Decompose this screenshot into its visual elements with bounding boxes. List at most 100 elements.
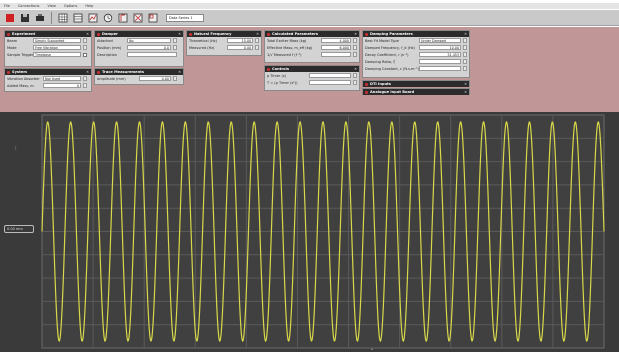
print-button[interactable]: [34, 12, 46, 24]
close-icon[interactable]: ✕: [464, 82, 467, 86]
chart-icon: [88, 13, 98, 22]
panel-collapse-icon[interactable]: [97, 70, 100, 74]
close-icon[interactable]: ✕: [464, 90, 467, 94]
amplitude-value: 0.00: [139, 75, 171, 82]
save-button[interactable]: [19, 12, 31, 24]
close-icon[interactable]: ✕: [354, 67, 357, 71]
decay-coefficient-value: 51.453: [419, 51, 461, 58]
close-icon[interactable]: ✕: [464, 32, 467, 36]
damped-frequency-unit[interactable]: [463, 44, 467, 51]
timer-button[interactable]: [102, 12, 114, 24]
panel-expand-icon[interactable]: [365, 90, 368, 94]
amplitude-unit[interactable]: [173, 75, 177, 82]
damping-constant-unit[interactable]: [463, 65, 467, 72]
vibration-absorber-dropdown-icon[interactable]: [83, 75, 87, 82]
description-input[interactable]: [127, 51, 177, 58]
panel-collapse-icon[interactable]: [267, 67, 270, 71]
beam-row: Beam Simply Supported: [5, 37, 91, 44]
vibration-absorber-select[interactable]: Not Used: [43, 75, 81, 82]
position-input[interactable]: 0.0: [127, 44, 171, 51]
cursor-marker-icon[interactable]: ⁝: [15, 147, 21, 155]
p-timer-unit[interactable]: [353, 72, 357, 79]
inverse-freq-unit[interactable]: [353, 51, 357, 58]
panel-collapse-icon[interactable]: [7, 70, 10, 74]
amplitude-row: Amplitude (mm) 0.00: [95, 75, 183, 82]
dti-inputs-panel[interactable]: DTI Inputs ✕: [362, 80, 470, 87]
save-icon: [21, 13, 29, 22]
damping-constant-value: [419, 65, 461, 72]
grid-view-button[interactable]: [57, 12, 69, 24]
model-type-dropdown-icon[interactable]: [463, 37, 467, 44]
effective-mass-value: 6.000: [321, 44, 351, 51]
decay-coefficient-unit[interactable]: [463, 51, 467, 58]
menu-bar: File Connections View Options Help: [0, 3, 619, 9]
decay-coefficient-label: Decay Coefficient, r (s⁻¹): [365, 52, 409, 57]
menu-options[interactable]: Options: [64, 4, 78, 8]
t-timer-unit[interactable]: [353, 79, 357, 86]
print-icon: [36, 13, 44, 21]
panel-collapse-icon[interactable]: [365, 32, 368, 36]
chart-button[interactable]: [87, 12, 99, 24]
panel-collapse-icon[interactable]: [189, 32, 192, 36]
sample-trigger-checkbox[interactable]: [83, 52, 87, 57]
table-view-button[interactable]: [72, 12, 84, 24]
resize-handle-icon[interactable]: ▴: [371, 346, 376, 351]
inverse-freq-value: [321, 51, 351, 58]
menu-connections[interactable]: Connections: [18, 4, 40, 8]
panel-collapse-icon[interactable]: [267, 32, 270, 36]
added-mass-unit[interactable]: [83, 82, 87, 89]
sample-trigger-label: Sample Trigger: [7, 52, 34, 57]
beam-dropdown-icon[interactable]: [83, 37, 87, 44]
menu-help[interactable]: Help: [85, 4, 93, 8]
damping-ratio-unit[interactable]: [463, 58, 467, 65]
close-icon[interactable]: ✕: [354, 32, 357, 36]
close-icon[interactable]: ✕: [256, 32, 259, 36]
model-type-label: Best Fit Model Type: [365, 38, 399, 43]
cursor-value-label[interactable]: 0.00 mm: [4, 225, 34, 233]
position-label: Position (mm): [97, 45, 122, 50]
waveform-chart[interactable]: [0, 112, 619, 352]
beam-label: Beam: [7, 38, 18, 43]
close-icon[interactable]: ✕: [86, 70, 89, 74]
data-series-select[interactable]: Data Series 1: [166, 13, 204, 22]
sample-trigger-select[interactable]: Timebase: [33, 51, 81, 58]
analogue-input-board-panel[interactable]: Analogue Input Board ✕: [362, 88, 470, 95]
description-row: Description: [95, 51, 183, 58]
close-icon[interactable]: ✕: [86, 32, 89, 36]
added-mass-input[interactable]: 0: [43, 82, 81, 89]
measure-icon: [133, 13, 143, 22]
damping-panel-title: Damping Parameters: [370, 32, 413, 36]
close-icon[interactable]: ✕: [178, 70, 181, 74]
p-timer-value[interactable]: [309, 72, 351, 79]
t-timer-value[interactable]: [309, 79, 351, 86]
measure-tool-button[interactable]: [132, 12, 144, 24]
cursor-tool-button[interactable]: [117, 12, 129, 24]
attached-dropdown-icon[interactable]: [173, 37, 177, 44]
theoretical-unit[interactable]: [255, 37, 259, 44]
panel-collapse-icon[interactable]: [97, 32, 100, 36]
vibration-absorber-row: Vibration Absorber Not Used: [5, 75, 91, 82]
menu-view[interactable]: View: [48, 4, 56, 8]
panel-collapse-icon[interactable]: [7, 32, 10, 36]
mode-select[interactable]: Free Vibration: [33, 44, 81, 51]
beam-select[interactable]: Simply Supported: [33, 37, 81, 44]
zoom-tool-button[interactable]: [147, 12, 159, 24]
effective-mass-label: Effective Mass, m_eff (kg): [267, 45, 313, 50]
record-button[interactable]: [4, 12, 16, 24]
close-icon[interactable]: ✕: [178, 32, 181, 36]
total-exciter-mass-unit[interactable]: [353, 37, 357, 44]
model-type-select[interactable]: Under Damped: [419, 37, 461, 44]
total-exciter-mass-label: Total Exciter Mass (kg): [267, 38, 307, 43]
total-exciter-mass-row: Total Exciter Mass (kg) 4.000: [265, 37, 359, 44]
menu-file[interactable]: File: [4, 4, 10, 8]
panel-expand-icon[interactable]: [365, 82, 368, 86]
plot-area[interactable]: [0, 112, 619, 352]
description-label: Description: [97, 52, 117, 57]
measured-unit[interactable]: [255, 44, 259, 51]
mode-dropdown-icon[interactable]: [83, 44, 87, 51]
parameter-panels: Experiment ✕ Beam Simply Supported Mode F…: [0, 27, 619, 112]
attached-select[interactable]: No: [127, 37, 171, 44]
theoretical-label: Theoretical (Hz): [189, 38, 217, 43]
effective-mass-unit[interactable]: [353, 44, 357, 51]
position-unit[interactable]: [173, 44, 177, 51]
